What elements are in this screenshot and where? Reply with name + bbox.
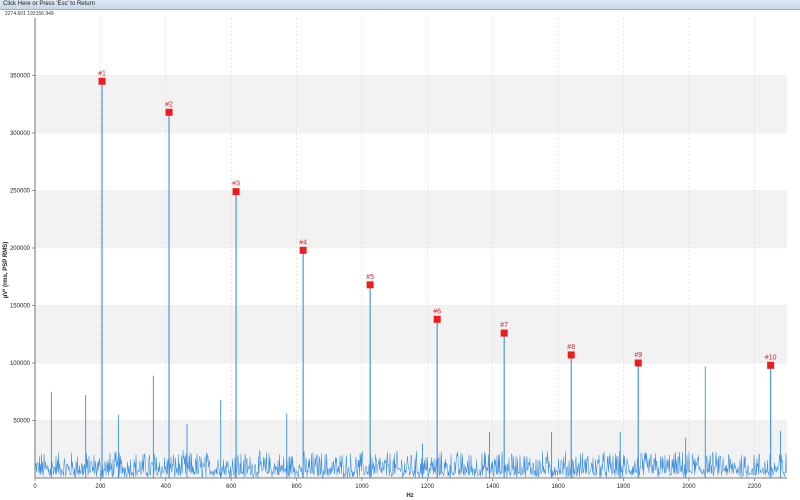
chart-band	[35, 75, 787, 133]
y-tick-label: 350000	[10, 74, 31, 80]
chart-band	[35, 190, 787, 248]
peak-marker	[98, 77, 106, 85]
peak-marker	[165, 108, 173, 116]
peak-label: #5	[366, 274, 374, 281]
y-tick-label: 200000	[10, 246, 31, 252]
x-tick-label: 1000	[355, 484, 369, 490]
peak-marker	[366, 281, 374, 289]
x-tick-label: 2200	[748, 484, 762, 490]
x-tick-label: 200	[95, 484, 106, 490]
peak-marker	[567, 351, 575, 359]
x-tick-label: 1600	[551, 484, 565, 490]
chart-bands	[35, 75, 787, 478]
y-tick-label: 150000	[10, 304, 31, 310]
peak-marker	[433, 315, 441, 323]
x-tick-label: 1800	[617, 484, 631, 490]
peak-label: #4	[299, 239, 307, 246]
peak-label: #10	[765, 354, 777, 361]
y-tick-label: 50000	[13, 419, 30, 425]
peak-marker	[767, 361, 775, 369]
y-tick-label: 250000	[10, 189, 31, 195]
peak-label: #9	[634, 352, 642, 359]
x-tick-label: 400	[161, 484, 172, 490]
x-tick-label: 1400	[486, 484, 500, 490]
peak-marker	[500, 329, 508, 337]
peak-label: #1	[98, 70, 106, 77]
x-tick-label: 2000	[682, 484, 696, 490]
peak-label: #3	[232, 181, 240, 188]
peak-label: #7	[500, 322, 508, 329]
y-axis-label: µV² (rms, PSP RMS)	[2, 242, 9, 298]
y-tick-label: 100000	[10, 361, 31, 367]
peak-marker	[634, 359, 642, 367]
x-tick-label: 0	[33, 484, 37, 490]
x-tick-label: 800	[292, 484, 303, 490]
peak-marker	[299, 246, 307, 254]
x-axis-label: Hz	[406, 493, 413, 499]
chart-band	[35, 305, 787, 363]
y-tick-label: 300000	[10, 131, 31, 137]
x-tick-label: 1200	[421, 484, 435, 490]
chart-series	[34, 81, 788, 479]
peak-label: #8	[567, 344, 575, 351]
peak-label: #6	[433, 308, 441, 315]
spectrum-chart[interactable]: #1 #2 #3 #4 #5 #6 #7 #8 #9 #10 0 200 400 600 800 1000 1…	[0, 0, 800, 500]
peak-label: #2	[165, 101, 173, 108]
peak-marker	[232, 188, 240, 196]
x-tick-label: 600	[226, 484, 237, 490]
